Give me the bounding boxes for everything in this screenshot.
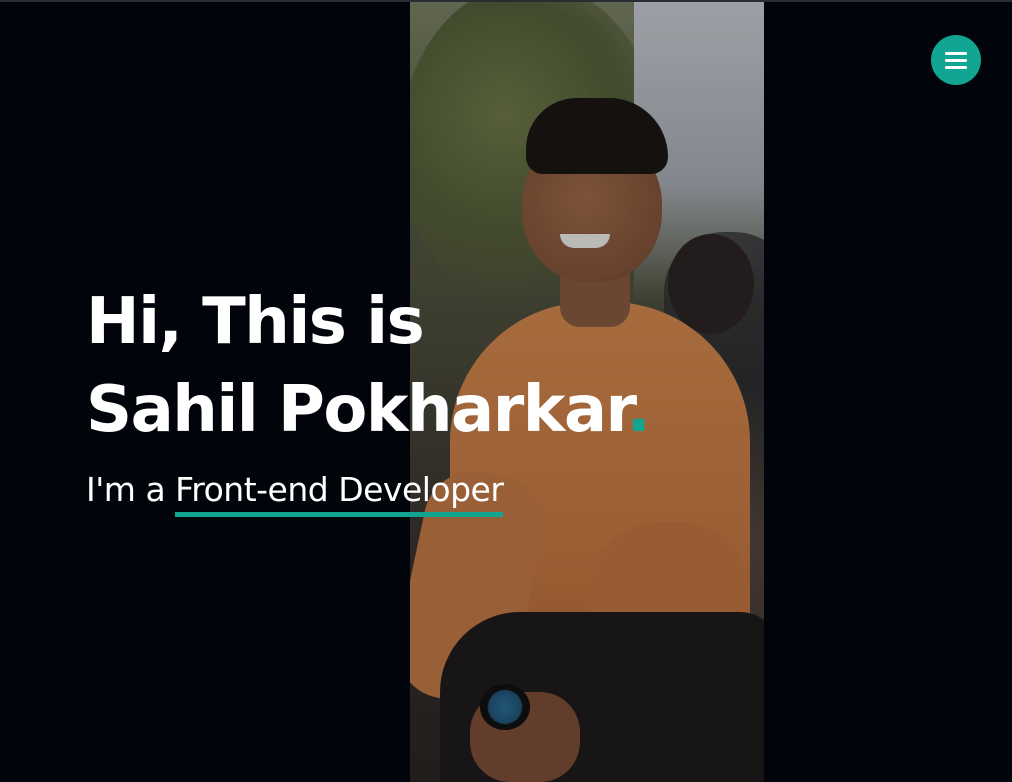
- role-text: Front-end Developer: [175, 468, 504, 517]
- hero-section: Hi, This is Sahil Pokharkar. I'm a Front…: [86, 278, 651, 517]
- hero-greeting: Hi, This is: [86, 285, 425, 359]
- hero-name-line: Sahil Pokharkar.: [86, 366, 651, 454]
- hamburger-menu-icon: [945, 51, 967, 69]
- accent-dot: .: [626, 373, 650, 447]
- portfolio-page: Hi, This is Sahil Pokharkar. I'm a Front…: [0, 0, 1012, 782]
- hero-title: Hi, This is Sahil Pokharkar.: [86, 278, 651, 454]
- hero-name: Sahil Pokharkar: [86, 373, 628, 447]
- menu-button[interactable]: [931, 35, 981, 85]
- hero-subtitle: I'm a Front-end Developer: [86, 468, 649, 517]
- subtitle-prefix: I'm a: [86, 470, 166, 509]
